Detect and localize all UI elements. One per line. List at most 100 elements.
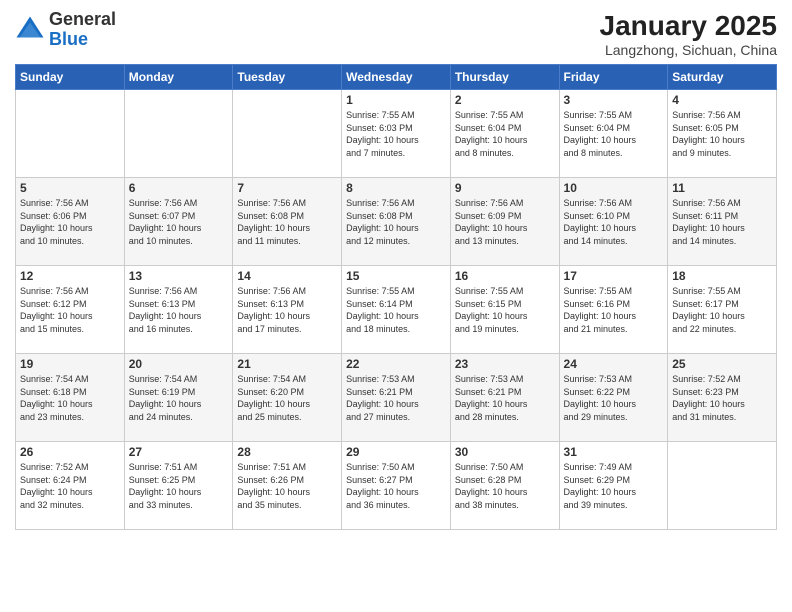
- day-cell: 23Sunrise: 7:53 AM Sunset: 6:21 PM Dayli…: [450, 354, 559, 442]
- day-info: Sunrise: 7:55 AM Sunset: 6:04 PM Dayligh…: [564, 109, 664, 159]
- day-number: 20: [129, 357, 229, 371]
- day-cell: 30 Sunrise: 7:50 AM Sunset: 6:28 PM Dayli…: [450, 442, 559, 530]
- day-cell: 31Sunrise: 7:49 AM Sunset: 6:29 PM Dayli…: [559, 442, 668, 530]
- day-number: 7: [237, 181, 337, 195]
- day-info: Sunrise: 7:52 AM Sunset: 6:23 PM Dayligh…: [672, 373, 772, 423]
- day-number: 14: [237, 269, 337, 283]
- day-cell: 7Sunrise: 7:56 AM Sunset: 6:08 PM Daylig…: [233, 178, 342, 266]
- day-number: 5: [20, 181, 120, 195]
- day-info: Sunrise: 7:53 AM Sunset: 6:21 PM Dayligh…: [346, 373, 446, 423]
- day-cell: 19 Sunrise: 7:54 AM Sunset: 6:18 PM Dayli…: [16, 354, 125, 442]
- day-number: 12: [20, 269, 120, 283]
- calendar-subtitle: Langzhong, Sichuan, China: [600, 42, 777, 58]
- day-cell: 14 Sunrise: 7:56 AM Sunset: 6:13 PM Dayli…: [233, 266, 342, 354]
- day-cell: 26 Sunrise: 7:52 AM Sunset: 6:24 PM Dayli…: [16, 442, 125, 530]
- day-cell: 22 Sunrise: 7:53 AM Sunset: 6:21 PM Dayli…: [342, 354, 451, 442]
- weekday-header-thursday: Thursday: [450, 65, 559, 90]
- day-number: 11: [672, 181, 772, 195]
- day-number: 17: [564, 269, 664, 283]
- day-cell: 27 Sunrise: 7:51 AM Sunset: 6:25 PM Dayli…: [124, 442, 233, 530]
- day-cell: [16, 90, 125, 178]
- day-number: 8: [346, 181, 446, 195]
- day-info: Sunrise: 7:55 AM Sunset: 6:16 PM Dayligh…: [564, 285, 664, 335]
- logo-general-text: General: [49, 10, 116, 30]
- day-cell: 21Sunrise: 7:54 AM Sunset: 6:20 PM Dayli…: [233, 354, 342, 442]
- day-cell: 17 Sunrise: 7:55 AM Sunset: 6:16 PM Dayli…: [559, 266, 668, 354]
- day-number: 22: [346, 357, 446, 371]
- day-number: 15: [346, 269, 446, 283]
- day-cell: 11 Sunrise: 7:56 AM Sunset: 6:11 PM Dayli…: [668, 178, 777, 266]
- day-number: 26: [20, 445, 120, 459]
- day-cell: 28 Sunrise: 7:51 AM Sunset: 6:26 PM Dayli…: [233, 442, 342, 530]
- header: General Blue January 2025 Langzhong, Sic…: [15, 10, 777, 58]
- day-cell: 15 Sunrise: 7:55 AM Sunset: 6:14 PM Dayli…: [342, 266, 451, 354]
- day-cell: [668, 442, 777, 530]
- weekday-header-sunday: Sunday: [16, 65, 125, 90]
- logo-text: General Blue: [49, 10, 116, 50]
- day-number: 30: [455, 445, 555, 459]
- page: General Blue January 2025 Langzhong, Sic…: [0, 0, 792, 612]
- day-info: Sunrise: 7:50 AM Sunset: 6:27 PM Dayligh…: [346, 461, 446, 511]
- week-row-5: 26 Sunrise: 7:52 AM Sunset: 6:24 PM Dayli…: [16, 442, 777, 530]
- week-row-4: 19 Sunrise: 7:54 AM Sunset: 6:18 PM Dayli…: [16, 354, 777, 442]
- day-info: Sunrise: 7:56 AM Sunset: 6:10 PM Dayligh…: [564, 197, 664, 247]
- day-number: 28: [237, 445, 337, 459]
- day-number: 19: [20, 357, 120, 371]
- day-info: Sunrise: 7:52 AM Sunset: 6:24 PM Dayligh…: [20, 461, 120, 511]
- day-info: Sunrise: 7:51 AM Sunset: 6:25 PM Dayligh…: [129, 461, 229, 511]
- day-number: 23: [455, 357, 555, 371]
- day-info: Sunrise: 7:56 AM Sunset: 6:06 PM Dayligh…: [20, 197, 120, 247]
- day-cell: 2Sunrise: 7:55 AM Sunset: 6:04 PM Daylig…: [450, 90, 559, 178]
- day-cell: 20 Sunrise: 7:54 AM Sunset: 6:19 PM Dayli…: [124, 354, 233, 442]
- day-cell: 5 Sunrise: 7:56 AM Sunset: 6:06 PM Daylig…: [16, 178, 125, 266]
- day-info: Sunrise: 7:55 AM Sunset: 6:14 PM Dayligh…: [346, 285, 446, 335]
- day-cell: [233, 90, 342, 178]
- week-row-3: 12Sunrise: 7:56 AM Sunset: 6:12 PM Dayli…: [16, 266, 777, 354]
- day-info: Sunrise: 7:55 AM Sunset: 6:17 PM Dayligh…: [672, 285, 772, 335]
- day-cell: 16Sunrise: 7:55 AM Sunset: 6:15 PM Dayli…: [450, 266, 559, 354]
- day-info: Sunrise: 7:54 AM Sunset: 6:20 PM Dayligh…: [237, 373, 337, 423]
- day-info: Sunrise: 7:56 AM Sunset: 6:08 PM Dayligh…: [346, 197, 446, 247]
- day-cell: 13 Sunrise: 7:56 AM Sunset: 6:13 PM Dayli…: [124, 266, 233, 354]
- weekday-header-saturday: Saturday: [668, 65, 777, 90]
- logo-icon: [15, 15, 45, 45]
- day-number: 27: [129, 445, 229, 459]
- day-info: Sunrise: 7:55 AM Sunset: 6:15 PM Dayligh…: [455, 285, 555, 335]
- day-number: 1: [346, 93, 446, 107]
- day-cell: 24Sunrise: 7:53 AM Sunset: 6:22 PM Dayli…: [559, 354, 668, 442]
- title-block: January 2025 Langzhong, Sichuan, China: [600, 10, 777, 58]
- day-number: 4: [672, 93, 772, 107]
- week-row-2: 5 Sunrise: 7:56 AM Sunset: 6:06 PM Daylig…: [16, 178, 777, 266]
- day-info: Sunrise: 7:54 AM Sunset: 6:18 PM Dayligh…: [20, 373, 120, 423]
- day-info: Sunrise: 7:56 AM Sunset: 6:09 PM Dayligh…: [455, 197, 555, 247]
- day-info: Sunrise: 7:56 AM Sunset: 6:13 PM Dayligh…: [237, 285, 337, 335]
- weekday-header-tuesday: Tuesday: [233, 65, 342, 90]
- day-info: Sunrise: 7:51 AM Sunset: 6:26 PM Dayligh…: [237, 461, 337, 511]
- day-cell: 25 Sunrise: 7:52 AM Sunset: 6:23 PM Dayli…: [668, 354, 777, 442]
- day-info: Sunrise: 7:53 AM Sunset: 6:22 PM Dayligh…: [564, 373, 664, 423]
- day-cell: 8 Sunrise: 7:56 AM Sunset: 6:08 PM Daylig…: [342, 178, 451, 266]
- day-cell: 12Sunrise: 7:56 AM Sunset: 6:12 PM Dayli…: [16, 266, 125, 354]
- day-info: Sunrise: 7:56 AM Sunset: 6:05 PM Dayligh…: [672, 109, 772, 159]
- day-cell: 9 Sunrise: 7:56 AM Sunset: 6:09 PM Daylig…: [450, 178, 559, 266]
- day-number: 13: [129, 269, 229, 283]
- day-cell: [124, 90, 233, 178]
- day-cell: 3Sunrise: 7:55 AM Sunset: 6:04 PM Daylig…: [559, 90, 668, 178]
- weekday-header-wednesday: Wednesday: [342, 65, 451, 90]
- day-number: 9: [455, 181, 555, 195]
- logo: General Blue: [15, 10, 116, 50]
- calendar-title: January 2025: [600, 10, 777, 42]
- day-info: Sunrise: 7:54 AM Sunset: 6:19 PM Dayligh…: [129, 373, 229, 423]
- day-info: Sunrise: 7:50 AM Sunset: 6:28 PM Dayligh…: [455, 461, 555, 511]
- day-info: Sunrise: 7:56 AM Sunset: 6:13 PM Dayligh…: [129, 285, 229, 335]
- day-cell: 29Sunrise: 7:50 AM Sunset: 6:27 PM Dayli…: [342, 442, 451, 530]
- day-info: Sunrise: 7:56 AM Sunset: 6:07 PM Dayligh…: [129, 197, 229, 247]
- day-info: Sunrise: 7:56 AM Sunset: 6:11 PM Dayligh…: [672, 197, 772, 247]
- weekday-header-monday: Monday: [124, 65, 233, 90]
- day-number: 25: [672, 357, 772, 371]
- weekday-header-friday: Friday: [559, 65, 668, 90]
- day-number: 18: [672, 269, 772, 283]
- week-row-1: 1Sunrise: 7:55 AM Sunset: 6:03 PM Daylig…: [16, 90, 777, 178]
- day-number: 31: [564, 445, 664, 459]
- day-number: 2: [455, 93, 555, 107]
